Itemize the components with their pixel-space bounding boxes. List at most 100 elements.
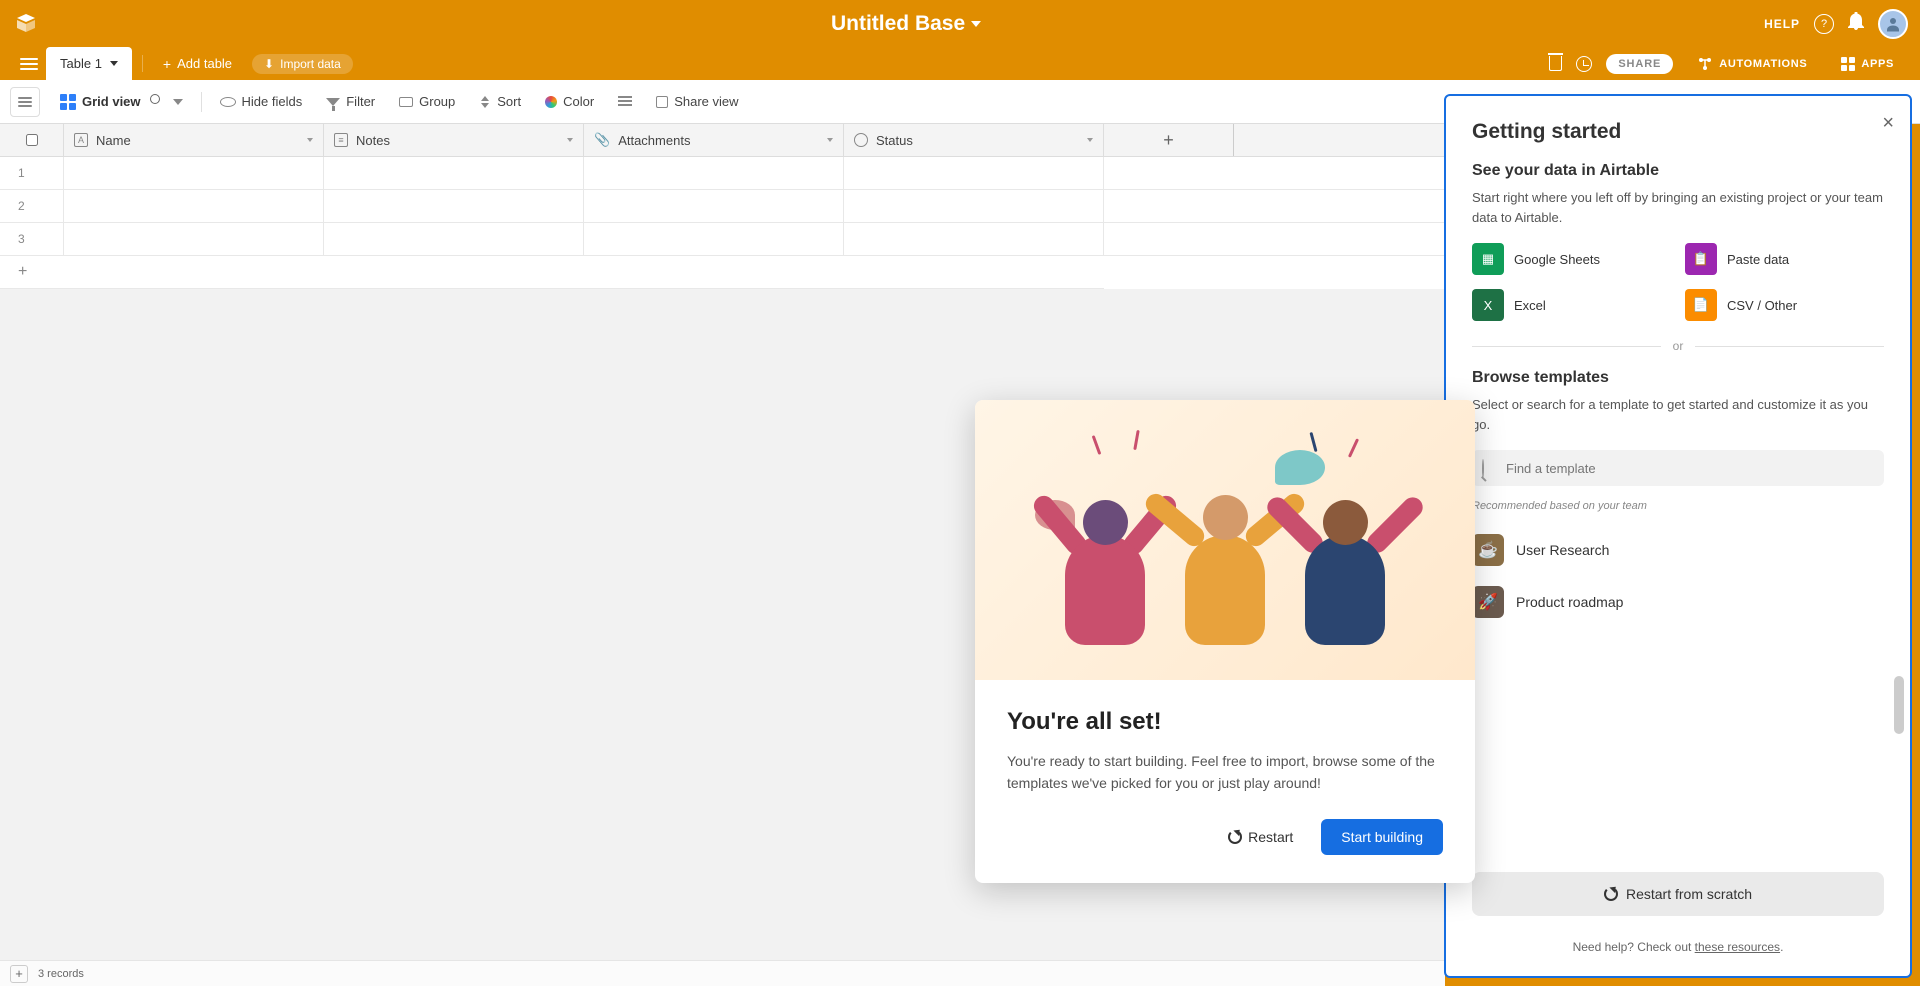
excel-icon: X [1472,289,1504,321]
filter-icon [326,98,340,106]
user-avatar[interactable] [1878,9,1908,39]
cell[interactable] [324,223,584,255]
add-record-button[interactable]: + [10,965,28,983]
long-text-icon: ≡ [334,133,348,147]
history-icon[interactable] [1576,56,1592,72]
column-header-notes[interactable]: ≡ Notes [324,124,584,156]
cell[interactable] [324,157,584,189]
section-heading: Browse templates [1472,369,1884,387]
template-search-input[interactable] [1472,450,1884,486]
cell[interactable] [324,190,584,222]
caret-down-icon [307,138,313,142]
caret-down-icon [110,61,118,66]
column-label: Notes [356,133,390,148]
plus-icon: + [163,56,171,72]
template-product-roadmap[interactable]: 🚀 Product roadmap [1472,576,1884,628]
column-label: Attachments [618,133,690,148]
import-data-button[interactable]: ⬇ Import data [242,47,363,80]
restart-from-scratch-button[interactable]: Restart from scratch [1472,872,1884,916]
help-button[interactable]: HELP [1764,17,1800,31]
views-sidebar-toggle[interactable] [10,87,40,117]
apps-button[interactable]: APPS [1831,57,1904,71]
collaborators-icon [147,96,163,108]
add-table-label: Add table [177,56,232,71]
import-google-sheets[interactable]: ▦ Google Sheets [1472,243,1671,275]
cell[interactable] [844,157,1104,189]
main-menu-button[interactable] [12,47,46,80]
column-header-attachments[interactable]: 📎 Attachments [584,124,844,156]
caret-down-icon [173,99,183,105]
cell[interactable] [584,157,844,189]
sort-button[interactable]: Sort [469,88,531,115]
app-logo[interactable] [12,10,40,38]
help-icon[interactable]: ? [1814,14,1834,34]
row-number: 3 [0,223,64,255]
template-user-research[interactable]: ☕ User Research [1472,524,1884,576]
modal-title: You're all set! [1007,708,1443,736]
section-description: Select or search for a template to get s… [1472,395,1884,434]
tab-table1[interactable]: Table 1 [46,47,132,80]
divider [142,55,143,72]
add-table-button[interactable]: + Add table [153,47,242,80]
view-switcher[interactable]: Grid view [50,88,193,116]
hide-fields-label: Hide fields [242,94,303,109]
modal-description: You're ready to start building. Feel fre… [1007,750,1443,795]
share-view-button[interactable]: Share view [646,88,748,115]
modal-restart-button[interactable]: Restart [1210,819,1311,855]
import-excel[interactable]: X Excel [1472,289,1671,321]
caret-down-icon [1087,138,1093,142]
trash-icon[interactable] [1549,56,1562,71]
table-row[interactable]: 1 [0,157,1445,190]
notifications-icon[interactable] [1848,12,1864,35]
share-view-label: Share view [674,94,738,109]
attachment-icon: 📎 [594,132,610,148]
color-icon [545,96,557,108]
group-button[interactable]: Group [389,88,465,115]
color-button[interactable]: Color [535,88,604,115]
panel-title: Getting started [1472,120,1884,144]
hide-fields-button[interactable]: Hide fields [210,88,313,115]
restart-label: Restart [1248,829,1293,845]
start-building-button[interactable]: Start building [1321,819,1443,855]
rocket-icon: 🚀 [1472,586,1504,618]
column-header-status[interactable]: Status [844,124,1104,156]
group-icon [399,97,413,107]
group-label: Group [419,94,455,109]
caret-down-icon [827,138,833,142]
close-button[interactable]: × [1882,112,1894,135]
base-title-menu[interactable]: Untitled Base [831,12,981,36]
scrollbar-thumb[interactable] [1894,676,1904,734]
cell[interactable] [844,223,1104,255]
row-height-button[interactable] [608,90,642,114]
cell[interactable] [584,190,844,222]
import-label: CSV / Other [1727,298,1797,313]
select-all-checkbox[interactable] [0,124,64,156]
section-heading: See your data in Airtable [1472,162,1884,180]
cell[interactable] [844,190,1104,222]
text-field-icon: A [74,133,88,147]
share-button[interactable]: SHARE [1606,54,1673,74]
tab-table1-label: Table 1 [60,56,102,71]
onboarding-modal: You're all set! You're ready to start bu… [975,400,1475,883]
table-row[interactable]: 3 [0,223,1445,256]
cell[interactable] [584,223,844,255]
automations-label: AUTOMATIONS [1719,58,1807,70]
template-label: Product roadmap [1516,594,1623,610]
automations-button[interactable]: AUTOMATIONS [1687,56,1817,72]
help-resources-link[interactable]: these resources [1695,940,1780,954]
add-column-button[interactable]: + [1104,124,1234,156]
import-paste-data[interactable]: 📋 Paste data [1685,243,1884,275]
cell[interactable] [64,190,324,222]
section-description: Start right where you left off by bringi… [1472,188,1884,227]
google-sheets-icon: ▦ [1472,243,1504,275]
column-header-name[interactable]: A Name [64,124,324,156]
add-row-button[interactable]: + [0,256,1104,289]
base-title: Untitled Base [831,12,965,36]
cell[interactable] [64,157,324,189]
import-csv[interactable]: 📄 CSV / Other [1685,289,1884,321]
import-data-label: Import data [280,57,341,71]
row-height-icon [618,96,632,108]
table-row[interactable]: 2 [0,190,1445,223]
filter-button[interactable]: Filter [316,88,385,115]
cell[interactable] [64,223,324,255]
